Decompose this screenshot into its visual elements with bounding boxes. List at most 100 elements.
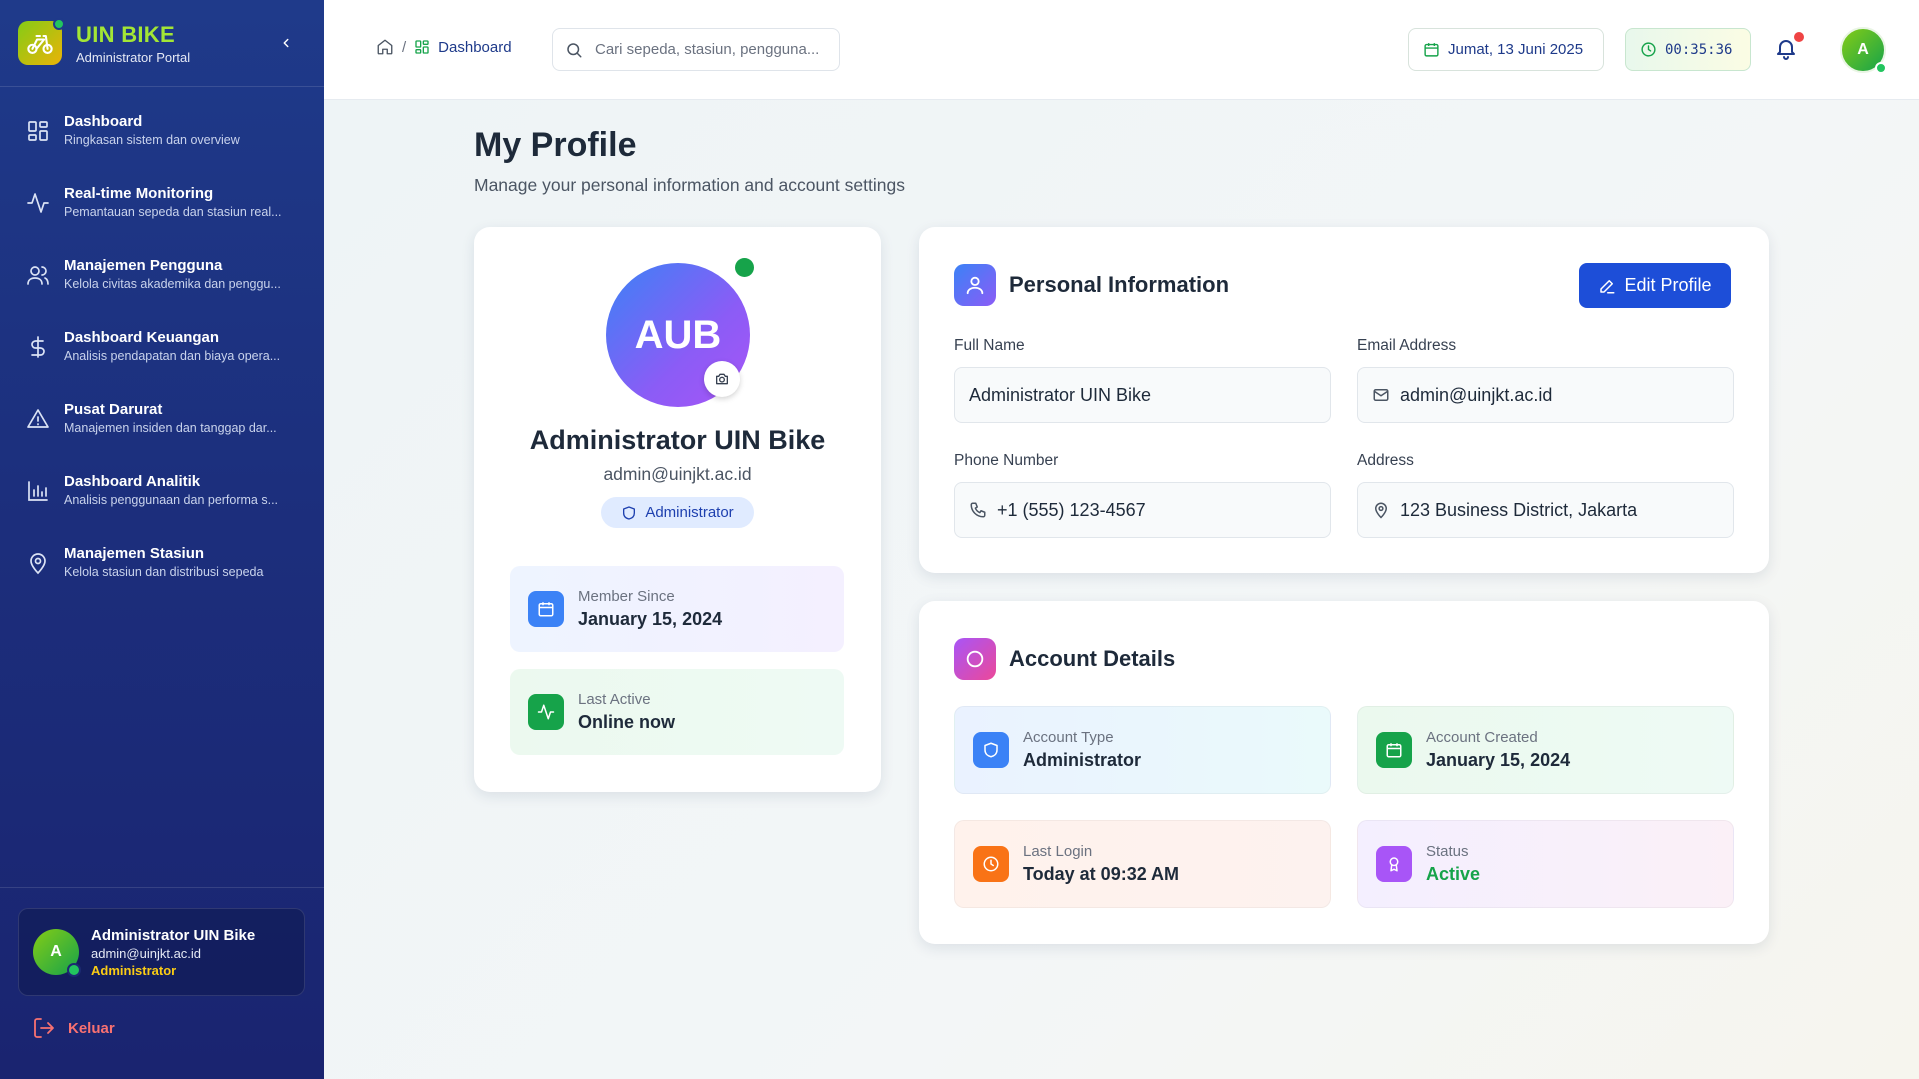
home-icon[interactable] [376, 38, 394, 56]
activity-icon [27, 193, 49, 213]
role-badge: Administrator [601, 497, 754, 528]
sidebar-item-desc: Kelola stasiun dan distribusi sepeda [64, 565, 264, 579]
app-subtitle: Administrator Portal [76, 49, 191, 65]
date-text: Jumat, 13 Juni 2025 [1448, 41, 1584, 58]
sidebar-item-finance[interactable]: Dashboard Keuangan Analisis pendapatan d… [0, 317, 324, 389]
sidebar-item-analytics[interactable]: Dashboard Analitik Analisis penggunaan d… [0, 461, 324, 533]
phone-icon [969, 501, 987, 519]
sidebar-item-dashboard[interactable]: Dashboard Ringkasan sistem dan overview [0, 101, 324, 173]
shield-icon [973, 732, 1009, 768]
address-field[interactable]: 123 Business District, Jakarta [1357, 482, 1734, 538]
address-label: Address [1357, 452, 1414, 469]
map-pin-icon [30, 553, 46, 575]
sidebar-item-desc: Manajemen insiden dan tanggap dar... [64, 421, 277, 435]
header-avatar[interactable]: A [1840, 27, 1887, 74]
full-name-field[interactable]: Administrator UIN Bike [954, 367, 1331, 423]
logo-status-dot [53, 18, 65, 30]
avatar-initials: AUB [634, 312, 722, 357]
pencil-icon [1600, 279, 1615, 293]
sidebar-item-label: Real-time Monitoring [64, 185, 214, 202]
main-content: My Profile Manage your personal informat… [324, 100, 1919, 1079]
top-header: / Dashboard Jumat, 13 Juni 2025 00:35:36… [324, 0, 1919, 100]
sidebar-item-label: Pusat Darurat [64, 401, 163, 418]
sidebar-item-emergency[interactable]: Pusat Darurat Manajemen insiden dan tang… [0, 389, 324, 461]
mail-icon [1372, 386, 1390, 404]
sidebar-item-label: Dashboard [64, 113, 143, 130]
edit-profile-label: Edit Profile [1624, 275, 1712, 295]
user-role: Administrator [91, 962, 177, 978]
shield-icon [623, 505, 636, 520]
section-title: Account Details [1009, 646, 1176, 671]
last-login-value: Today at 09:32 AM [1023, 864, 1180, 884]
last-login-box: Last Login Today at 09:32 AM [954, 820, 1331, 908]
sidebar-item-stations[interactable]: Manajemen Stasiun Kelola stasiun dan dis… [0, 533, 324, 605]
full-name-label: Full Name [954, 337, 1025, 354]
online-indicator [735, 258, 754, 277]
account-type-box: Account Type Administrator [954, 706, 1331, 794]
map-pin-icon [1372, 501, 1390, 519]
avatar-initial: A [50, 943, 62, 960]
role-badge-label: Administrator [645, 504, 734, 521]
sidebar-item-label: Dashboard Analitik [64, 473, 201, 490]
sidebar-item-desc: Pemantauan sepeda dan stasiun real... [64, 205, 282, 219]
email-field[interactable]: admin@uinjkt.ac.id [1357, 367, 1734, 423]
phone-field[interactable]: +1 (555) 123-4567 [954, 482, 1331, 538]
last-active-label: Last Active [578, 691, 651, 708]
address-value: 123 Business District, Jakarta [1400, 499, 1638, 520]
edit-profile-button[interactable]: Edit Profile [1579, 263, 1731, 308]
search-box [552, 28, 840, 71]
online-indicator [67, 963, 81, 977]
status-box: Status Active [1357, 820, 1734, 908]
user-icon [954, 264, 996, 306]
grid-icon [415, 40, 429, 54]
sidebar-item-desc: Ringkasan sistem dan overview [64, 133, 240, 147]
calendar-icon [1376, 732, 1412, 768]
breadcrumb-current[interactable]: Dashboard [438, 39, 511, 56]
breadcrumb-separator: / [402, 38, 407, 56]
logout-button[interactable]: Keluar [32, 1016, 115, 1040]
section-title: Personal Information [1009, 272, 1230, 297]
online-indicator [1875, 62, 1887, 74]
sidebar-nav: Dashboard Ringkasan sistem dan overview … [0, 87, 324, 605]
account-type-label: Account Type [1023, 729, 1114, 746]
sidebar-item-monitoring[interactable]: Real-time Monitoring Pemantauan sepeda d… [0, 173, 324, 245]
grid-icon [28, 121, 48, 141]
section-header: Personal Information [954, 264, 1229, 306]
breadcrumb: / Dashboard [376, 38, 512, 56]
sidebar-item-desc: Analisis pendapatan dan biaya opera... [64, 349, 281, 363]
sidebar: UIN BIKE Administrator Portal Dashboard … [0, 0, 324, 1079]
phone-label: Phone Number [954, 452, 1059, 469]
user-name: Administrator UIN Bike [91, 926, 256, 944]
page-title: My Profile [474, 126, 637, 164]
search-icon [567, 42, 582, 57]
member-since-label: Member Since [578, 588, 675, 605]
users-icon [27, 266, 49, 285]
activity-icon [528, 694, 564, 730]
chevron-left-icon [283, 38, 289, 48]
time-text: 00:35:36 [1665, 41, 1733, 58]
full-name-value: Administrator UIN Bike [969, 384, 1152, 405]
section-header: Account Details [954, 638, 1175, 680]
last-active-box: Last Active Online now [510, 669, 844, 755]
award-icon [1376, 846, 1412, 882]
sidebar-item-label: Manajemen Stasiun [64, 545, 205, 562]
sidebar-item-label: Dashboard Keuangan [64, 329, 220, 346]
change-photo-button[interactable] [704, 361, 740, 397]
calendar-icon [528, 591, 564, 627]
clock-icon [973, 846, 1009, 882]
account-type-value: Administrator [1023, 750, 1142, 770]
last-login-label: Last Login [1023, 843, 1093, 860]
sidebar-footer: A Administrator UIN Bike admin@uinjkt.ac… [0, 887, 324, 1079]
notification-badge [1794, 32, 1804, 42]
clock-display: 00:35:36 [1625, 28, 1751, 71]
account-created-box: Account Created January 15, 2024 [1357, 706, 1734, 794]
alert-triangle-icon [27, 409, 49, 428]
search-input[interactable] [595, 41, 825, 58]
collapse-sidebar-button[interactable] [276, 32, 296, 54]
app-title: UIN BIKE [76, 21, 175, 47]
notifications-button[interactable] [1774, 32, 1804, 64]
clock-icon [1641, 42, 1656, 57]
sidebar-item-users[interactable]: Manajemen Pengguna Kelola civitas akadem… [0, 245, 324, 317]
sidebar-user-card[interactable]: A Administrator UIN Bike admin@uinjkt.ac… [18, 908, 305, 996]
status-label: Status [1426, 843, 1469, 860]
